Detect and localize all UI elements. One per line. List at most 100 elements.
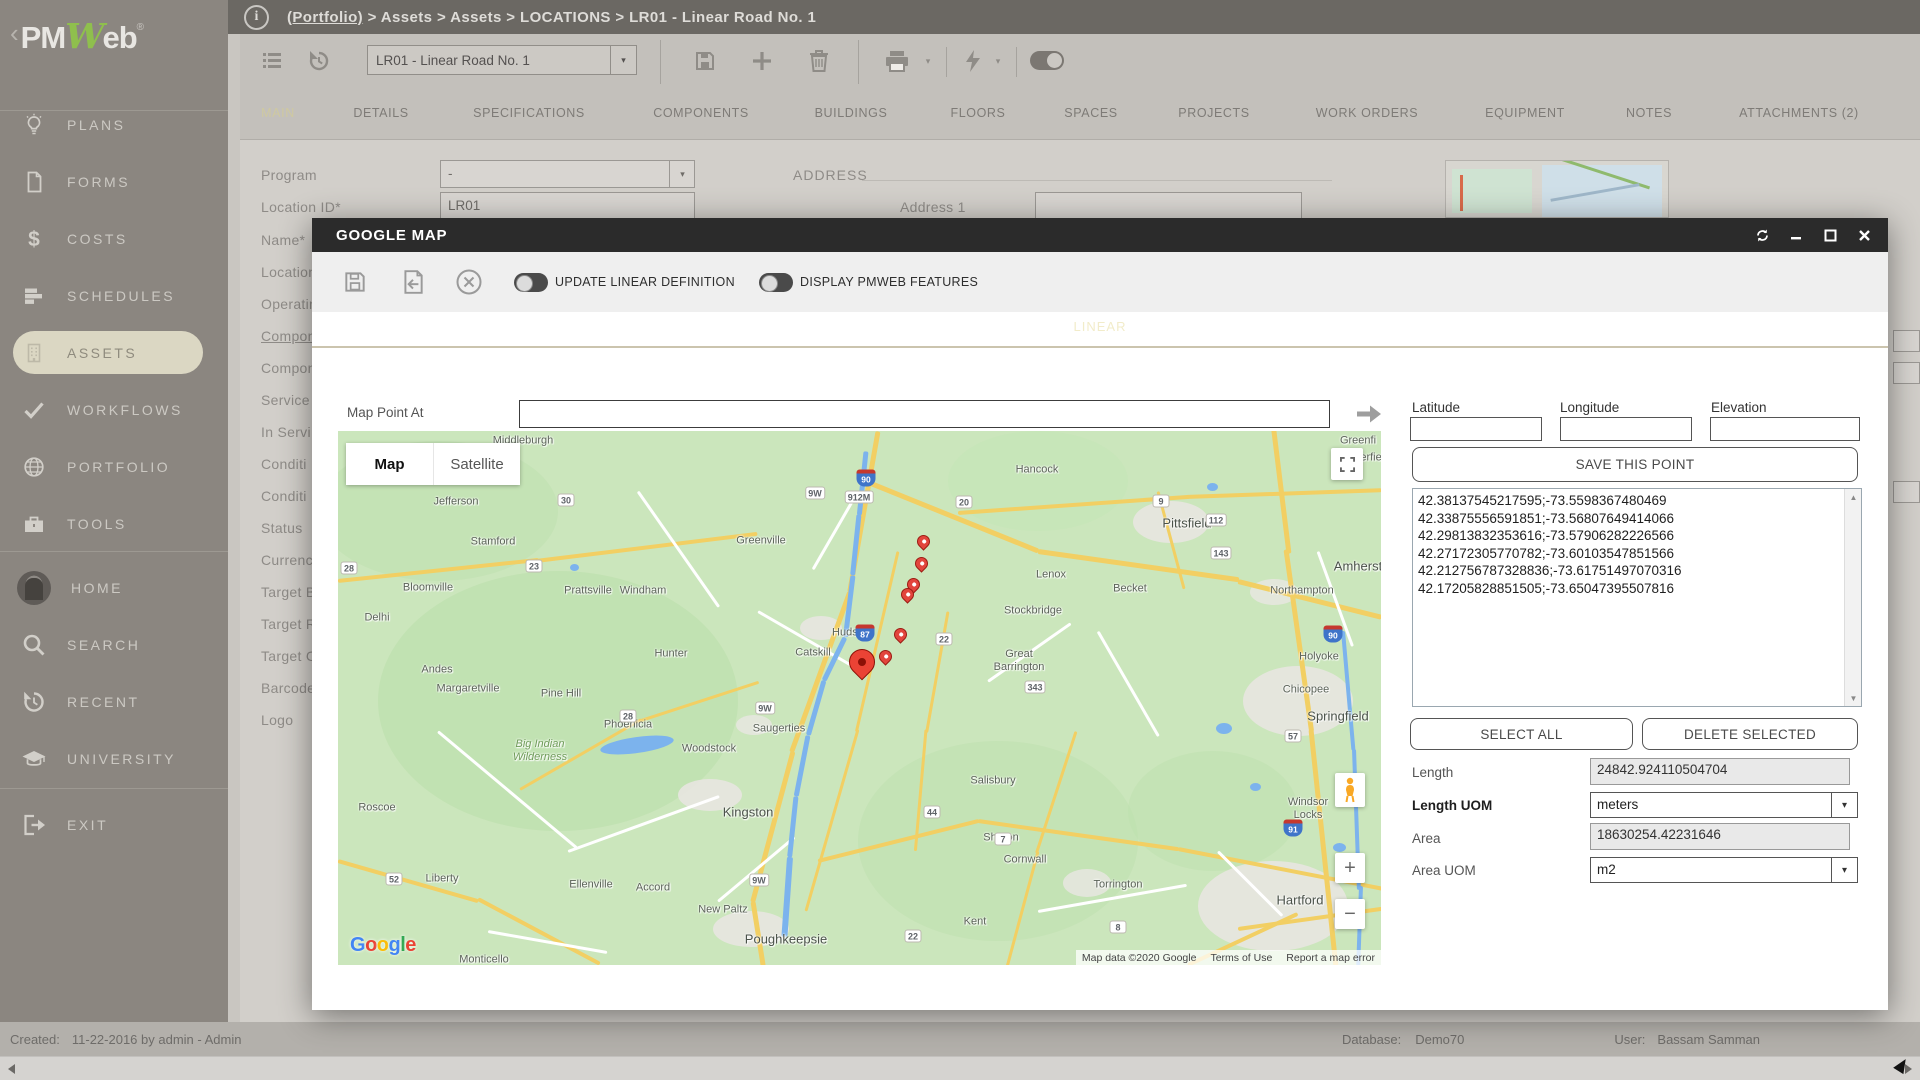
go-arrow-icon[interactable]: [1352, 397, 1386, 431]
longitude-input[interactable]: [1560, 417, 1692, 441]
sidebar-item-recent[interactable]: RECENT: [0, 673, 228, 730]
coordinate-list-item[interactable]: 42.17205828851505;-73.65047395507816: [1418, 580, 1844, 598]
close-icon[interactable]: [1856, 227, 1872, 243]
add-icon[interactable]: [745, 44, 779, 78]
terms-of-use-link[interactable]: Terms of Use: [1210, 952, 1272, 964]
map-button[interactable]: Map: [346, 443, 433, 485]
cancel-icon[interactable]: [454, 267, 484, 297]
tab-details[interactable]: DETAILS: [353, 106, 408, 120]
map-point-at-input[interactable]: [519, 400, 1330, 428]
sidebar-item-home[interactable]: HOME: [0, 559, 228, 616]
coordinate-list-item[interactable]: 42.212756787328836;-73.61751497070316: [1418, 562, 1844, 580]
info-icon[interactable]: i: [244, 4, 269, 30]
refresh-icon[interactable]: [1754, 227, 1770, 243]
sidebar-item-university[interactable]: UNIVERSITY: [0, 730, 228, 787]
sidebar-item-search[interactable]: SEARCH: [0, 616, 228, 673]
google-map-canvas[interactable]: Middleburgh Jefferson Stamford Greenville Ha…: [338, 431, 1381, 965]
length-uom-select[interactable]: meters ▾: [1590, 792, 1858, 818]
sidebar-item-portfolio[interactable]: PORTFOLIO: [0, 438, 228, 495]
update-linear-definition-toggle[interactable]: [514, 273, 548, 292]
map-place-label: Catskill: [795, 646, 831, 659]
sidebar-scroll-strip[interactable]: [228, 34, 240, 1022]
tab-work-orders[interactable]: WORK ORDERS: [1316, 106, 1418, 120]
layout-toggle[interactable]: [1030, 51, 1064, 70]
coordinate-list-item[interactable]: 42.38137545217595;-73.5598367480469: [1418, 492, 1844, 510]
list-view-icon[interactable]: [255, 44, 289, 78]
program-select[interactable]: - ▾: [440, 160, 695, 188]
map-terrain-patch: [1243, 666, 1353, 736]
map-river: [787, 795, 799, 857]
display-pmweb-features-toggle[interactable]: [759, 273, 793, 292]
sidebar-item-exit[interactable]: EXIT: [0, 796, 228, 853]
map-place-label: Prattsville: [564, 584, 612, 597]
horizontal-scrollbar[interactable]: [0, 1056, 1920, 1080]
print-icon[interactable]: [880, 44, 914, 78]
tab-projects[interactable]: PROJECTS: [1178, 106, 1249, 120]
coordinate-list-item[interactable]: 42.33875556591851;-73.56807649414066: [1418, 510, 1844, 528]
map-point-marker[interactable]: [912, 554, 931, 573]
breadcrumb-portfolio-link[interactable]: (Portfolio): [287, 9, 363, 26]
scroll-down-icon[interactable]: ▼: [1845, 690, 1862, 706]
area-label: Area: [1412, 831, 1441, 846]
zoom-in-button[interactable]: +: [1335, 853, 1365, 883]
select-all-button[interactable]: SELECT ALL: [1410, 718, 1633, 750]
map-place-label: New Paltz: [698, 903, 748, 916]
location-image-thumbnail[interactable]: [1445, 160, 1669, 218]
toolbar-divider: [1016, 47, 1017, 77]
dialog-titlebar[interactable]: GOOGLE MAP: [312, 218, 1888, 252]
delete-icon[interactable]: [802, 44, 836, 78]
record-select[interactable]: LR01 - Linear Road No. 1 ▾: [367, 45, 637, 75]
report-map-error-link[interactable]: Report a map error: [1286, 952, 1375, 964]
sidebar-item-forms[interactable]: FORMS: [0, 153, 228, 210]
workflow-lightning-icon[interactable]: [956, 44, 990, 78]
zoom-out-button[interactable]: −: [1335, 899, 1365, 929]
sidebar-item-schedules[interactable]: SCHEDULES: [0, 267, 228, 324]
sidebar-item-workflows[interactable]: WORKFLOWS: [0, 381, 228, 438]
import-definition-icon[interactable]: [398, 267, 428, 297]
fullscreen-icon[interactable]: [1331, 448, 1363, 480]
scroll-left-icon[interactable]: [8, 1064, 15, 1074]
collapse-chevron-icon[interactable]: ‹: [10, 18, 19, 48]
map-point-marker[interactable]: [891, 625, 910, 644]
tab-specifications[interactable]: SPECIFICATIONS: [473, 106, 585, 120]
save-map-icon[interactable]: [340, 267, 370, 297]
form-label: Location: [261, 264, 317, 280]
satellite-button[interactable]: Satellite: [433, 443, 520, 485]
pmweb-logo[interactable]: ‹PMWeb®: [10, 16, 220, 60]
sidebar-item-costs[interactable]: $ COSTS: [0, 210, 228, 267]
maximize-icon[interactable]: [1822, 227, 1838, 243]
tab-floors[interactable]: FLOORS: [951, 106, 1006, 120]
latitude-input[interactable]: [1410, 417, 1542, 441]
history-undo-icon[interactable]: [302, 44, 336, 78]
tab-equipment[interactable]: EQUIPMENT: [1485, 106, 1565, 120]
coordinate-list-item[interactable]: 42.27172305770782;-73.60103547851566: [1418, 545, 1844, 563]
lightning-menu-caret[interactable]: ▾: [988, 44, 1008, 78]
save-this-point-button[interactable]: SAVE THIS POINT: [1412, 447, 1858, 482]
elevation-input[interactable]: [1710, 417, 1860, 441]
form-label[interactable]: Compon: [261, 328, 316, 344]
tab-components[interactable]: COMPONENTS: [653, 106, 749, 120]
area-uom-select[interactable]: m2 ▾: [1590, 857, 1858, 883]
coordinate-list-item[interactable]: 42.29813832353616;-73.57906282226566: [1418, 527, 1844, 545]
tab-notes[interactable]: NOTES: [1626, 106, 1672, 120]
tab-main[interactable]: MAIN: [261, 106, 295, 120]
tab-buildings[interactable]: BUILDINGS: [815, 106, 888, 120]
sidebar-item-label: TOOLS: [67, 515, 127, 532]
sidebar-item-tools[interactable]: TOOLS: [0, 495, 228, 552]
print-menu-caret[interactable]: ▾: [918, 44, 938, 78]
list-scrollbar[interactable]: ▲ ▼: [1844, 489, 1861, 706]
map-point-marker[interactable]: [876, 647, 895, 666]
tab-attachments-2-[interactable]: ATTACHMENTS (2): [1739, 106, 1859, 120]
address1-input[interactable]: [1035, 192, 1302, 220]
map-point-marker[interactable]: [914, 532, 933, 551]
delete-selected-button[interactable]: DELETE SELECTED: [1642, 718, 1858, 750]
sidebar-item-plans[interactable]: PLANS: [0, 96, 228, 153]
coordinates-listbox[interactable]: 42.38137545217595;-73.5598367480469 42.33…: [1412, 488, 1862, 707]
pegman-icon[interactable]: [1335, 773, 1365, 807]
location-id-input[interactable]: LR01: [440, 192, 695, 220]
minimize-icon[interactable]: [1788, 227, 1804, 243]
tab-spaces[interactable]: SPACES: [1064, 106, 1117, 120]
scroll-up-icon[interactable]: ▲: [1845, 489, 1862, 505]
save-icon[interactable]: [688, 44, 722, 78]
sidebar-item-assets[interactable]: ASSETS: [0, 324, 228, 381]
